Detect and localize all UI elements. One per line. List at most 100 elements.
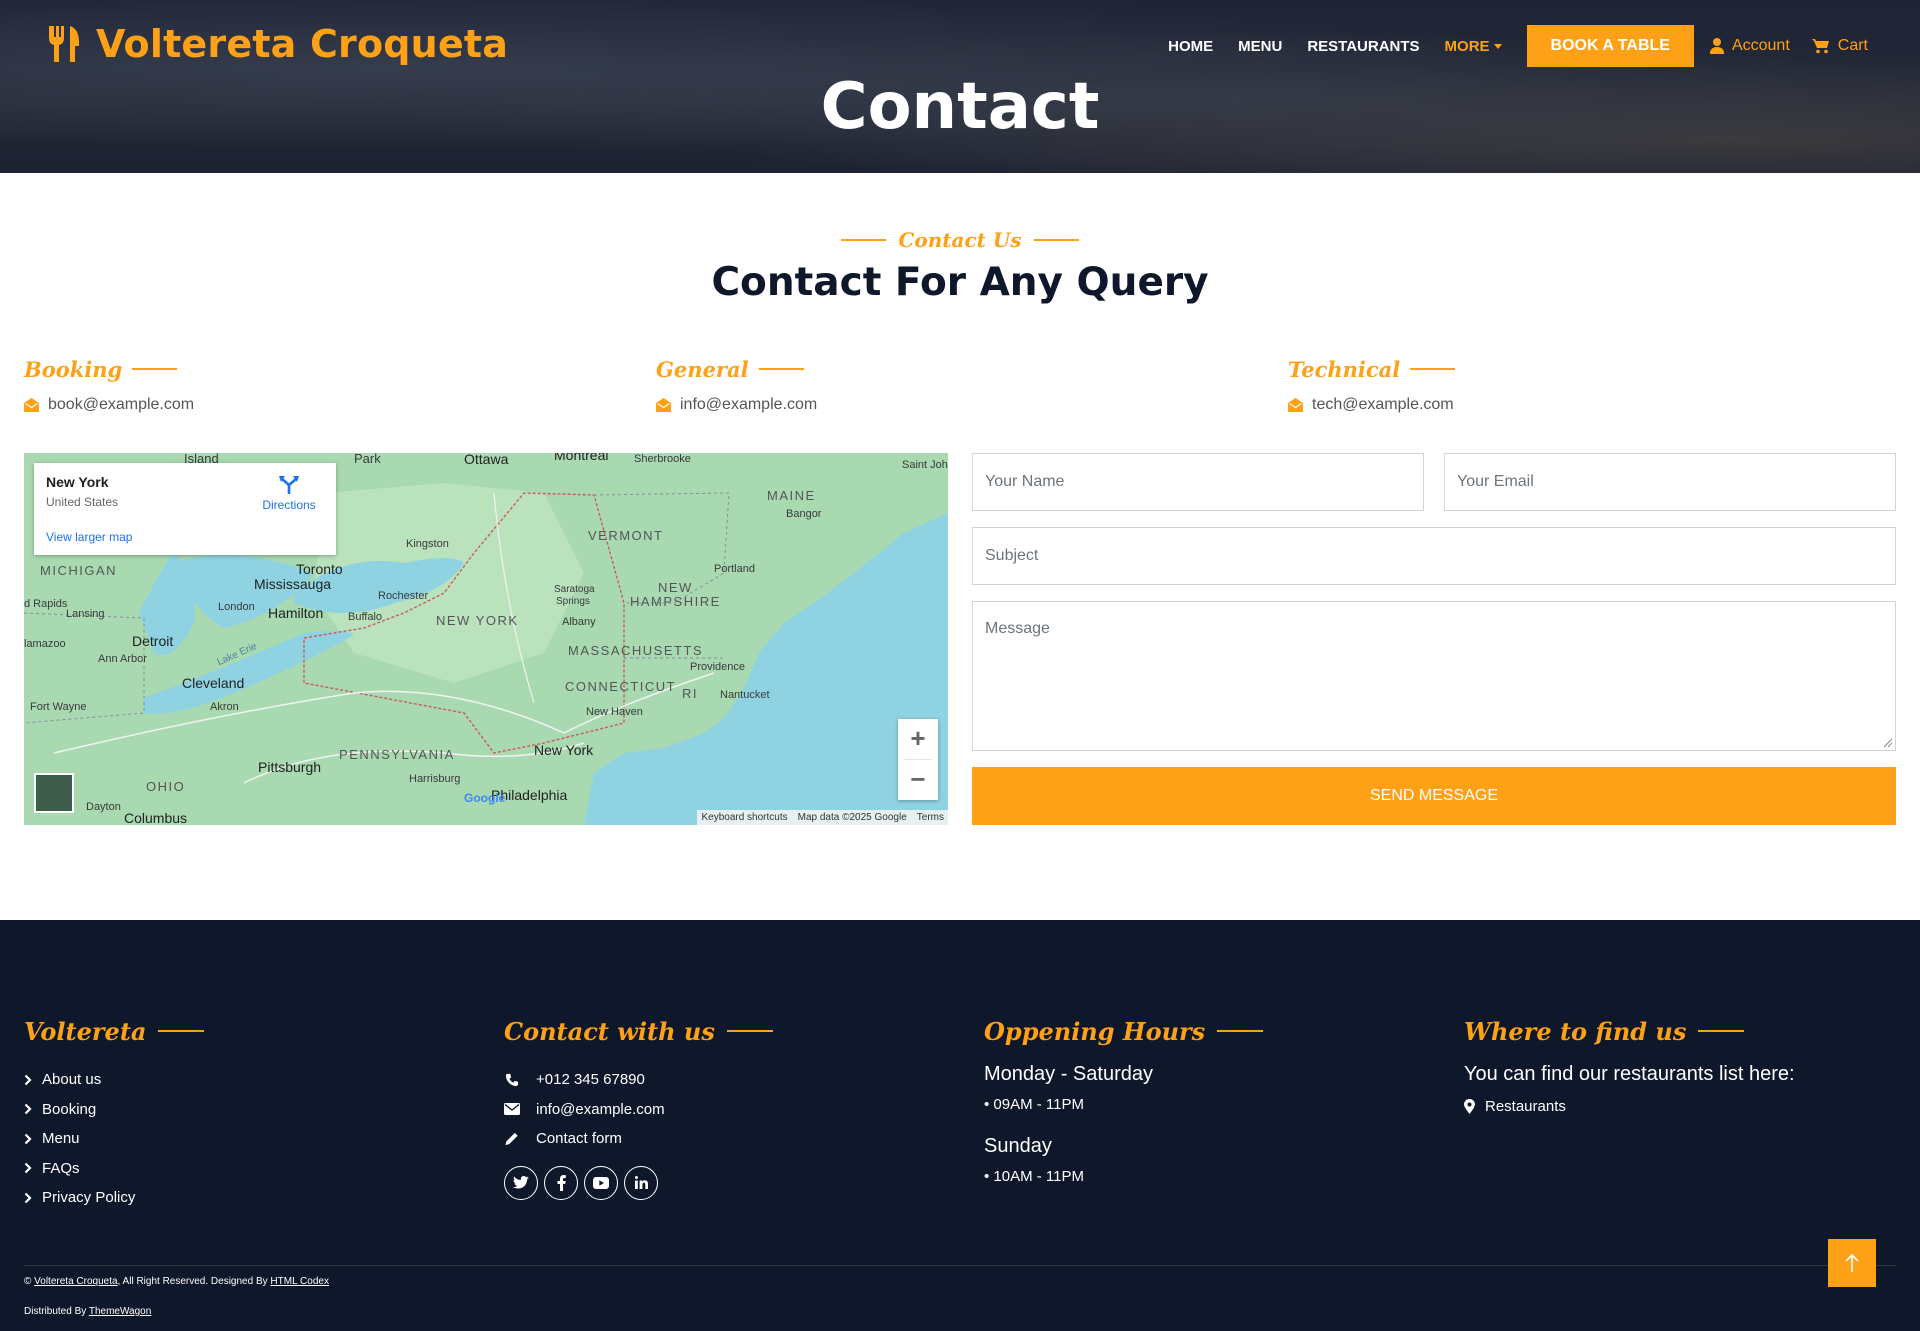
cart-icon	[1811, 39, 1829, 54]
footer-link-privacy[interactable]: Privacy Policy	[24, 1183, 204, 1213]
linkedin-icon	[634, 1176, 648, 1189]
google-map[interactable]: Island Park Ottawa Montreal Sherbrooke S…	[24, 453, 948, 825]
zoom-out-button[interactable]: −	[898, 760, 938, 800]
cart-label: Cart	[1837, 37, 1868, 54]
footer-phone[interactable]: +012 345 67890	[504, 1065, 773, 1095]
map-label: New York	[534, 742, 594, 758]
divider-line	[758, 368, 804, 370]
booking-email[interactable]: book@example.com	[48, 396, 194, 414]
nav-more-dropdown[interactable]: MORE	[1445, 38, 1502, 55]
youtube-button[interactable]	[584, 1165, 618, 1200]
footer-heading: Contact with us	[504, 1016, 715, 1046]
terms-link[interactable]: Terms	[917, 812, 944, 823]
footer-contact-form[interactable]: Contact form	[504, 1124, 773, 1154]
divider-line	[1698, 1030, 1745, 1032]
social-links	[504, 1165, 773, 1200]
technical-email[interactable]: tech@example.com	[1312, 396, 1454, 414]
main-nav: HOME MENU RESTAURANTS MORE BOOK A TABLE …	[1143, 25, 1868, 67]
map-label: OHIO	[146, 779, 186, 794]
restaurants-link[interactable]: Restaurants	[1464, 1092, 1795, 1122]
map-label: Montreal	[554, 453, 609, 463]
eyebrow-text: Contact Us	[898, 228, 1022, 252]
site-link[interactable]: Voltereta Croqueta	[34, 1276, 117, 1287]
designer-link[interactable]: HTML Codex	[270, 1276, 329, 1287]
themewagon-link[interactable]: ThemeWagon	[89, 1306, 151, 1317]
map-label: Toronto	[296, 561, 343, 577]
booking-heading: Booking	[24, 356, 123, 382]
back-to-top-button[interactable]	[1828, 1239, 1876, 1287]
map-zoom-controls: + −	[898, 719, 938, 800]
facebook-button[interactable]	[544, 1165, 578, 1200]
linkedin-button[interactable]	[624, 1165, 658, 1200]
map-label: NEW	[658, 580, 693, 595]
footer-heading: Where to find us	[1464, 1016, 1687, 1046]
map-attribution: Keyboard shortcuts Map data ©2025 Google…	[697, 810, 948, 825]
section-title: Contact For Any Query	[711, 260, 1209, 305]
hours-day-sunday: Sunday	[984, 1135, 1052, 1157]
hours-time-sunday: • 10AM - 11PM	[984, 1168, 1085, 1185]
account-link[interactable]: Account	[1709, 37, 1790, 55]
map-label: MAINE	[767, 488, 816, 503]
send-message-button[interactable]: SEND MESSAGE	[972, 767, 1896, 825]
email-input[interactable]: Your Email	[1444, 453, 1896, 511]
map-label: Saratoga	[554, 584, 595, 595]
subject-input[interactable]: Subject	[972, 527, 1896, 585]
youtube-icon	[593, 1176, 609, 1189]
restaurants-link-label: Restaurants	[1485, 1098, 1566, 1116]
brand-logo[interactable]: Voltereta Croqueta	[46, 22, 508, 66]
footer-link-menu[interactable]: Menu	[24, 1124, 204, 1154]
message-textarea[interactable]: Message	[972, 601, 1896, 751]
footer-link-faqs[interactable]: FAQs	[24, 1154, 204, 1184]
map-pin-icon	[1464, 1099, 1475, 1115]
book-a-table-button[interactable]: BOOK A TABLE	[1526, 25, 1694, 67]
footer-link-label: About us	[42, 1071, 102, 1089]
name-input[interactable]: Your Name	[972, 453, 1424, 511]
footer-email-text: info@example.com	[536, 1100, 665, 1118]
name-placeholder: Your Name	[985, 473, 1065, 490]
twitter-button[interactable]	[504, 1165, 538, 1200]
hours-time-weekdays: • 09AM - 11PM	[984, 1096, 1085, 1113]
divider-line	[1217, 1030, 1264, 1032]
map-label: Kingston	[406, 538, 449, 550]
view-larger-map-link[interactable]: View larger map	[46, 530, 132, 544]
distributed-by: Distributed By ThemeWagon	[24, 1306, 151, 1317]
general-heading: General	[656, 356, 749, 382]
map-label: MASSACHUSETTS	[568, 643, 704, 658]
divider-line	[1410, 368, 1456, 370]
account-label: Account	[1731, 37, 1790, 54]
divider-line	[726, 1030, 773, 1032]
nav-restaurants[interactable]: RESTAURANTS	[1307, 38, 1419, 55]
envelope-icon	[504, 1103, 520, 1116]
zoom-in-button[interactable]: +	[898, 719, 938, 759]
nav-home[interactable]: HOME	[1168, 38, 1213, 55]
directions-button[interactable]: Directions	[262, 475, 316, 512]
cart-link[interactable]: Cart	[1811, 37, 1868, 55]
chevron-right-icon	[24, 1103, 32, 1115]
twitter-icon	[513, 1175, 529, 1188]
footer-email[interactable]: info@example.com	[504, 1095, 773, 1125]
map-label: VERMONT	[588, 528, 664, 543]
map-label: Sherbrooke	[634, 453, 691, 465]
map-place-card: New York United States View larger map D…	[34, 463, 336, 555]
footer-link-booking[interactable]: Booking	[24, 1095, 204, 1125]
map-label: Columbus	[124, 810, 188, 825]
map-label: Albany	[562, 616, 596, 628]
map-label: Ann Arbor	[98, 653, 147, 665]
chevron-right-icon	[24, 1074, 32, 1086]
divider-line	[1033, 239, 1079, 241]
resize-handle-icon[interactable]	[1883, 738, 1893, 748]
satellite-toggle[interactable]	[34, 773, 74, 813]
user-icon	[1709, 38, 1724, 54]
footer-link-label: FAQs	[42, 1159, 80, 1177]
footer-link-label: Booking	[42, 1100, 97, 1118]
map-label: Hamilton	[268, 605, 324, 621]
nav-menu[interactable]: MENU	[1238, 38, 1282, 55]
keyboard-shortcuts-link[interactable]: Keyboard shortcuts	[701, 812, 787, 823]
chevron-right-icon	[24, 1133, 32, 1145]
map-label: Bangor	[786, 508, 822, 520]
general-email[interactable]: info@example.com	[680, 396, 817, 414]
caret-down-icon	[1493, 43, 1502, 49]
map-label: Saint Joh	[902, 459, 948, 471]
footer-link-about[interactable]: About us	[24, 1065, 204, 1095]
footer-phone-text: +012 345 67890	[536, 1071, 645, 1089]
